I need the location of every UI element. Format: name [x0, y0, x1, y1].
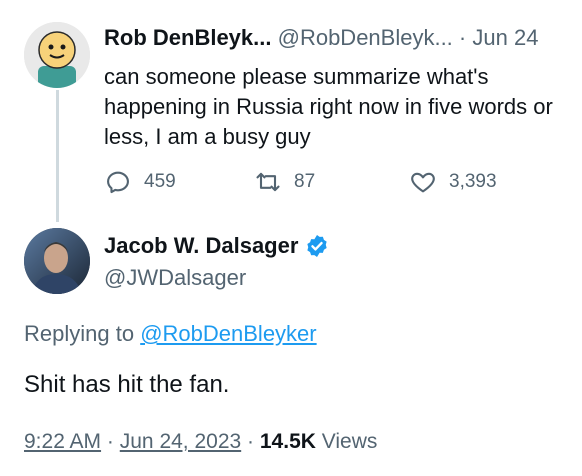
verified-badge-icon[interactable]: [304, 233, 330, 259]
parent-handle[interactable]: @RobDenBleyk...: [278, 25, 453, 50]
cartoon-face-avatar-icon: [24, 22, 90, 88]
meta-dot-1: ·: [106, 430, 114, 453]
meta-dot-2: ·: [247, 430, 255, 453]
reply-name-row: Jacob W. Dalsager: [104, 232, 330, 260]
parent-tweet-text: can someone please summarize what's happ…: [104, 64, 553, 149]
header-separator: ·: [458, 25, 467, 50]
reply-button[interactable]: 459: [104, 168, 176, 196]
replying-prefix: Replying to: [24, 321, 135, 346]
reply-count: 459: [144, 171, 176, 192]
views-count: 14.5K: [259, 430, 316, 453]
replying-to-link[interactable]: @RobDenBleyker: [140, 321, 316, 346]
tweet-time-link[interactable]: 9:22 AM: [24, 430, 101, 453]
reply-icon: [107, 171, 129, 194]
replying-to-line: Replying to @RobDenBleyker: [24, 320, 317, 348]
retweet-icon: [256, 172, 280, 192]
retweet-button[interactable]: 87: [254, 168, 315, 196]
reply-handle[interactable]: @JWDalsager: [104, 264, 246, 292]
parent-tweet-header: Rob DenBleyk... @RobDenBleyk... · Jun 24: [104, 24, 538, 52]
like-count: 3,393: [449, 171, 497, 192]
avatar[interactable]: [24, 22, 90, 88]
thread-connector-line: [56, 90, 59, 222]
parent-date[interactable]: Jun 24: [472, 25, 538, 50]
reply-display-name[interactable]: Jacob W. Dalsager: [104, 232, 298, 260]
tweet-actions: 459 87 3,393: [104, 168, 524, 198]
retweet-count: 87: [294, 171, 316, 192]
person-photo-avatar-icon: [24, 228, 90, 294]
tweet-meta: 9:22 AM · Jun 24, 2023 · 14.5K Views: [24, 428, 377, 456]
reply-avatar[interactable]: [24, 228, 90, 294]
reply-tweet-text: Shit has hit the fan.: [24, 371, 230, 398]
heart-icon: [411, 172, 435, 193]
parent-display-name[interactable]: Rob DenBleyk...: [104, 25, 271, 50]
tweet-date-link[interactable]: Jun 24, 2023: [120, 430, 241, 453]
views-label: Views: [321, 430, 378, 453]
like-button[interactable]: 3,393: [409, 168, 497, 196]
